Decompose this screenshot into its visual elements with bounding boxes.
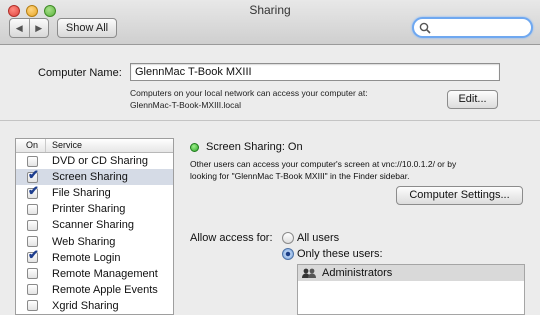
computer-settings-button[interactable]: Computer Settings... (396, 186, 523, 205)
service-row[interactable]: Remote Management (16, 266, 173, 282)
service-checkbox[interactable] (27, 300, 38, 312)
description-line1: Other users can access your computer's s… (190, 159, 457, 169)
description-line2: looking for "GlennMac T-Book MXIII" in t… (190, 171, 410, 181)
service-row[interactable]: Printer Sharing (16, 201, 173, 217)
service-label: Printer Sharing (52, 203, 126, 216)
service-label: Xgrid Sharing (52, 299, 119, 312)
service-row[interactable]: Xgrid Sharing (16, 298, 173, 314)
service-checkbox[interactable] (27, 268, 38, 280)
edit-button[interactable]: Edit... (447, 90, 498, 109)
service-label: Web Sharing (52, 235, 116, 248)
title-bar: Sharing ◀ ▶ Show All (0, 0, 540, 45)
allowed-users-list[interactable]: Administrators (297, 264, 525, 315)
service-label: Screen Sharing (52, 171, 128, 184)
allow-access-label: Allow access for: (190, 232, 273, 244)
service-checkbox[interactable] (27, 203, 38, 215)
computer-name-note-line1: Computers on your local network can acce… (130, 88, 368, 98)
service-row[interactable]: ✔ Screen Sharing (16, 167, 173, 186)
back-forward-control: ◀ ▶ (9, 18, 49, 38)
service-label: Remote Apple Events (52, 283, 158, 296)
user-label: Administrators (322, 267, 393, 279)
all-users-label[interactable]: All users (297, 232, 339, 244)
header-on[interactable]: On (16, 139, 46, 152)
service-label: Remote Management (52, 267, 158, 280)
header-service[interactable]: Service (46, 139, 82, 152)
local-hostname: GlennMac-T-Book-MXIII.local (130, 100, 242, 110)
service-checkbox[interactable]: ✔ (27, 183, 39, 199)
checkmark-icon: ✔ (28, 182, 39, 198)
service-checkbox[interactable]: ✔ (27, 248, 39, 264)
status-light-icon (190, 143, 199, 152)
service-checkbox[interactable] (27, 284, 38, 296)
computer-name-note: Computers on your local network can acce… (130, 87, 368, 111)
user-row[interactable]: Administrators (298, 265, 524, 281)
service-label: Remote Login (52, 251, 121, 264)
back-button[interactable]: ◀ (10, 19, 29, 37)
checkmark-icon: ✔ (28, 247, 39, 263)
computer-name-label: Computer Name: (38, 67, 122, 79)
group-icon (302, 268, 316, 278)
computer-name-section: Computer Name: GlennMac T-Book MXIII Com… (0, 46, 540, 119)
services-header: On Service (16, 139, 173, 153)
service-checkbox[interactable]: ✔ (27, 167, 39, 183)
service-checkbox[interactable] (27, 236, 38, 248)
service-label: Scanner Sharing (52, 219, 134, 232)
service-status: Screen Sharing: On (206, 141, 303, 153)
window-title: Sharing (249, 3, 291, 17)
service-row[interactable]: ✔ Remote Login (16, 248, 173, 266)
forward-button[interactable]: ▶ (28, 19, 49, 37)
service-checkbox[interactable] (27, 219, 38, 231)
service-description: Other users can access your computer's s… (190, 158, 520, 182)
checkmark-icon: ✔ (28, 166, 39, 182)
service-row[interactable]: Remote Apple Events (16, 282, 173, 298)
only-these-users-label[interactable]: Only these users: (297, 248, 383, 260)
search-field[interactable] (412, 17, 533, 38)
services-list[interactable]: On Service DVD or CD Sharing ✔ Screen Shar… (15, 138, 174, 315)
show-all-button[interactable]: Show All (57, 18, 117, 38)
service-row[interactable]: ✔ File Sharing (16, 183, 173, 201)
service-row[interactable]: Web Sharing (16, 233, 173, 249)
divider (0, 120, 540, 121)
search-icon (419, 22, 431, 34)
service-row[interactable]: DVD or CD Sharing (16, 153, 173, 169)
service-label: File Sharing (52, 187, 111, 200)
service-label: DVD or CD Sharing (52, 155, 148, 168)
computer-name-field[interactable]: GlennMac T-Book MXIII (130, 63, 500, 81)
all-users-radio[interactable] (282, 232, 294, 244)
only-these-users-radio[interactable] (282, 248, 294, 260)
service-row[interactable]: Scanner Sharing (16, 217, 173, 233)
service-checkbox[interactable] (27, 155, 38, 167)
